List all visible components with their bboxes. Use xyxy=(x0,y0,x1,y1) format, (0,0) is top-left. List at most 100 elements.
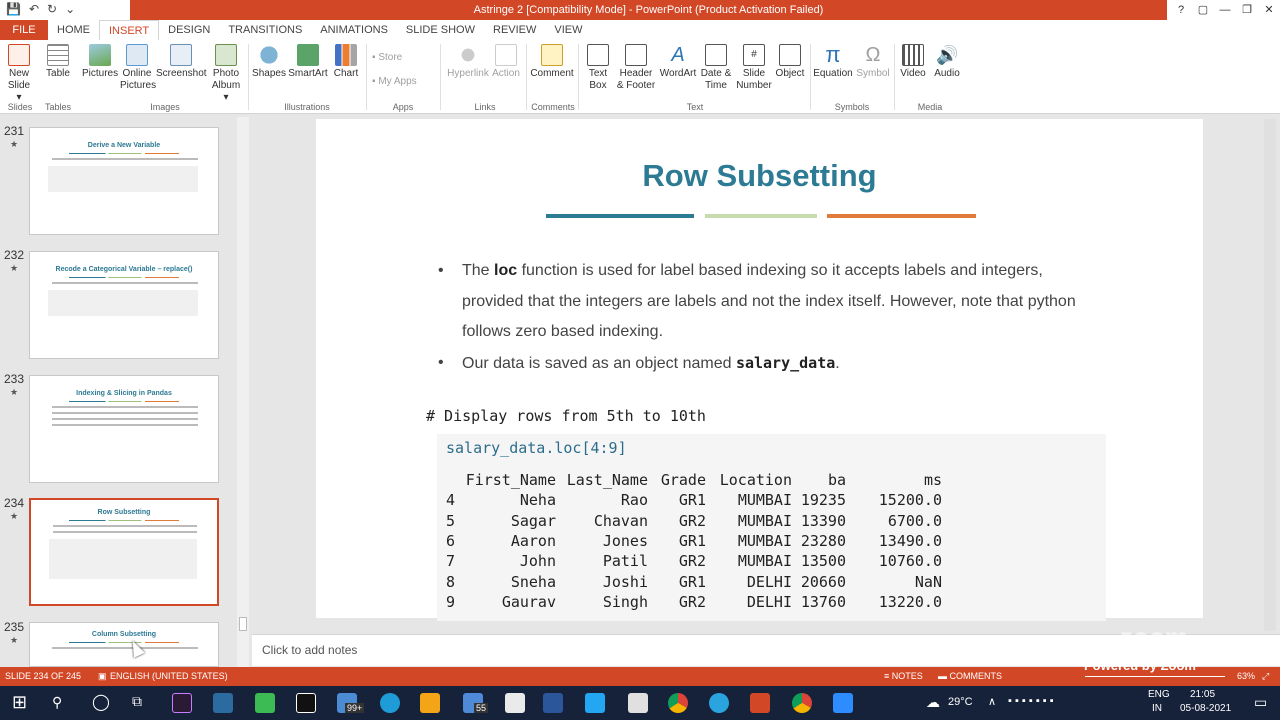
app-icon[interactable] xyxy=(255,693,275,713)
wordart-button[interactable]: A WordArt xyxy=(658,44,698,80)
clock-date[interactable]: 05-08-2021 xyxy=(1180,703,1231,714)
zoom-app-icon[interactable] xyxy=(833,693,853,713)
app-icon[interactable] xyxy=(505,693,525,713)
tab-view[interactable]: VIEW xyxy=(545,20,591,40)
slide-thumbnail-selected[interactable]: Row Subsetting xyxy=(29,498,219,606)
slide-title[interactable]: Row Subsetting xyxy=(316,158,1203,194)
search-icon[interactable]: ⚲ xyxy=(52,694,62,711)
dataframe-cell: GR1 xyxy=(678,532,706,551)
chart-button[interactable]: Chart xyxy=(332,44,360,80)
hash-icon: # xyxy=(743,44,765,66)
language-indicator[interactable]: ENGLISH (UNITED STATES) xyxy=(110,667,228,686)
equation-button[interactable]: π Equation xyxy=(812,44,854,80)
app-icon[interactable] xyxy=(628,693,648,713)
zoom-level[interactable]: 63% xyxy=(1237,667,1255,686)
comment-button[interactable]: Comment xyxy=(530,44,574,80)
date-time-button[interactable]: Date & Time xyxy=(698,44,734,92)
help-button[interactable]: ? xyxy=(1170,0,1192,20)
text-box-button[interactable]: Text Box xyxy=(584,44,612,92)
task-view-icon[interactable]: ⧉ xyxy=(132,693,142,710)
tab-home[interactable]: HOME xyxy=(48,20,99,40)
fit-slide-icon[interactable]: ⤢ xyxy=(1262,667,1269,686)
customize-icon[interactable]: ⌄ xyxy=(65,2,75,16)
word-app-icon[interactable] xyxy=(543,693,563,713)
smartart-button[interactable]: SmartArt xyxy=(288,44,328,80)
group-label-text: Text xyxy=(686,102,704,112)
tray-chevron-icon[interactable]: ∧ xyxy=(988,695,996,708)
clock-time[interactable]: 21:05 xyxy=(1190,689,1215,700)
comments-button[interactable]: ▬ COMMENTS xyxy=(938,667,1002,686)
dataframe-cell: DELHI xyxy=(746,572,792,591)
audio-button[interactable]: 🔊 Audio xyxy=(932,44,962,80)
cortana-icon[interactable]: ◯ xyxy=(92,692,110,712)
store-app-icon[interactable] xyxy=(213,693,233,713)
tab-file[interactable]: FILE xyxy=(0,20,48,40)
tray-icons[interactable]: ▪ ▪ ▪ ▪ ▪ ▪ ▪ xyxy=(1008,695,1054,707)
tab-slide-show[interactable]: SLIDE SHOW xyxy=(397,20,484,40)
vscode-app-icon[interactable] xyxy=(585,693,605,713)
slide-number-button[interactable]: # Slide Number xyxy=(736,44,772,92)
my-apps-button[interactable]: ▪ My Apps xyxy=(372,76,432,88)
dataframe-cell: Chavan xyxy=(593,511,648,530)
slide-thumbnail[interactable]: Column Subsetting xyxy=(29,622,219,667)
slide-thumbnail[interactable]: Derive a New Variable xyxy=(29,127,219,235)
restore-button[interactable]: ❐ xyxy=(1236,0,1258,20)
slide-thumbnail[interactable]: Recode a Categorical Variable – replace(… xyxy=(29,251,219,359)
tab-design[interactable]: DESIGN xyxy=(159,20,219,40)
notes-button[interactable]: ≡ NOTES xyxy=(884,667,923,686)
save-icon[interactable]: 💾 xyxy=(6,2,21,16)
windows-start-icon[interactable]: ⊞ xyxy=(12,692,27,713)
ribbon-display-button[interactable]: ▢ xyxy=(1192,0,1214,20)
store-button[interactable]: ▪ Store xyxy=(372,52,412,64)
hyperlink-button[interactable]: Hyperlink xyxy=(446,44,490,80)
action-button[interactable]: Action xyxy=(490,44,522,80)
pictures-button[interactable]: Pictures xyxy=(82,44,118,80)
scrollbar-thumb[interactable] xyxy=(239,617,247,631)
symbol-button[interactable]: Ω Symbol xyxy=(856,44,890,80)
undo-icon[interactable]: ↶ xyxy=(29,2,39,16)
chrome-browser-icon[interactable] xyxy=(668,693,688,713)
dataframe-cell: 13500 xyxy=(800,552,846,571)
zoom-slider[interactable] xyxy=(1085,676,1225,677)
spellcheck-icon[interactable]: ▣ xyxy=(98,667,107,686)
tab-transitions[interactable]: TRANSITIONS xyxy=(219,20,311,40)
video-button[interactable]: Video xyxy=(898,44,928,80)
tab-review[interactable]: REVIEW xyxy=(484,20,545,40)
chrome-browser-icon[interactable] xyxy=(792,693,812,713)
slide-thumbnail[interactable]: Indexing & Slicing in Pandas xyxy=(29,375,219,483)
thumbnail-title: Recode a Categorical Variable – replace(… xyxy=(55,266,193,273)
dataframe-cell: 13390 xyxy=(800,511,846,530)
close-button[interactable]: ✕ xyxy=(1258,0,1280,20)
screenshot-button[interactable]: Screenshot xyxy=(156,44,207,80)
weather-temperature[interactable]: 29°C xyxy=(948,696,973,708)
weather-icon[interactable]: ☁ xyxy=(926,694,940,711)
online-pictures-button[interactable]: Online Pictures xyxy=(120,44,156,92)
thumbnail-scrollbar[interactable] xyxy=(237,117,249,667)
sublime-app-icon[interactable] xyxy=(420,693,440,713)
photo-album-button[interactable]: Photo Album ▾ xyxy=(208,44,244,104)
object-button[interactable]: Object xyxy=(774,44,806,80)
new-slide-button[interactable]: New Slide ▾ xyxy=(4,44,34,104)
input-region[interactable]: IN xyxy=(1152,703,1162,714)
slide-body-text[interactable]: The loc function is used for label based… xyxy=(438,256,1078,379)
edge-browser-icon[interactable] xyxy=(380,693,400,713)
header-footer-button[interactable]: Header & Footer xyxy=(614,44,658,92)
group-label-apps: Apps xyxy=(392,102,414,112)
redo-icon[interactable]: ↻ xyxy=(47,2,57,16)
powerpoint-app-icon[interactable] xyxy=(750,693,770,713)
group-label-slides: Slides xyxy=(7,102,33,112)
telegram-app-icon[interactable] xyxy=(709,693,729,713)
tab-insert[interactable]: INSERT xyxy=(99,20,160,40)
pycharm-app-icon[interactable] xyxy=(296,693,316,713)
tab-animations[interactable]: ANIMATIONS xyxy=(311,20,397,40)
editor-scrollbar[interactable] xyxy=(1264,119,1276,631)
code-comment[interactable]: # Display rows from 5th to 10th xyxy=(426,407,706,425)
notes-placeholder: Click to add notes xyxy=(262,643,358,657)
notification-center-icon[interactable]: ▭ xyxy=(1254,694,1267,711)
terminal-app-icon[interactable] xyxy=(172,693,192,713)
table-button[interactable]: Table xyxy=(42,44,74,80)
minimize-button[interactable]: — xyxy=(1214,0,1236,20)
input-language[interactable]: ENG xyxy=(1148,689,1170,700)
shapes-button[interactable]: Shapes xyxy=(252,44,286,80)
thumbnail-rule xyxy=(69,520,179,521)
